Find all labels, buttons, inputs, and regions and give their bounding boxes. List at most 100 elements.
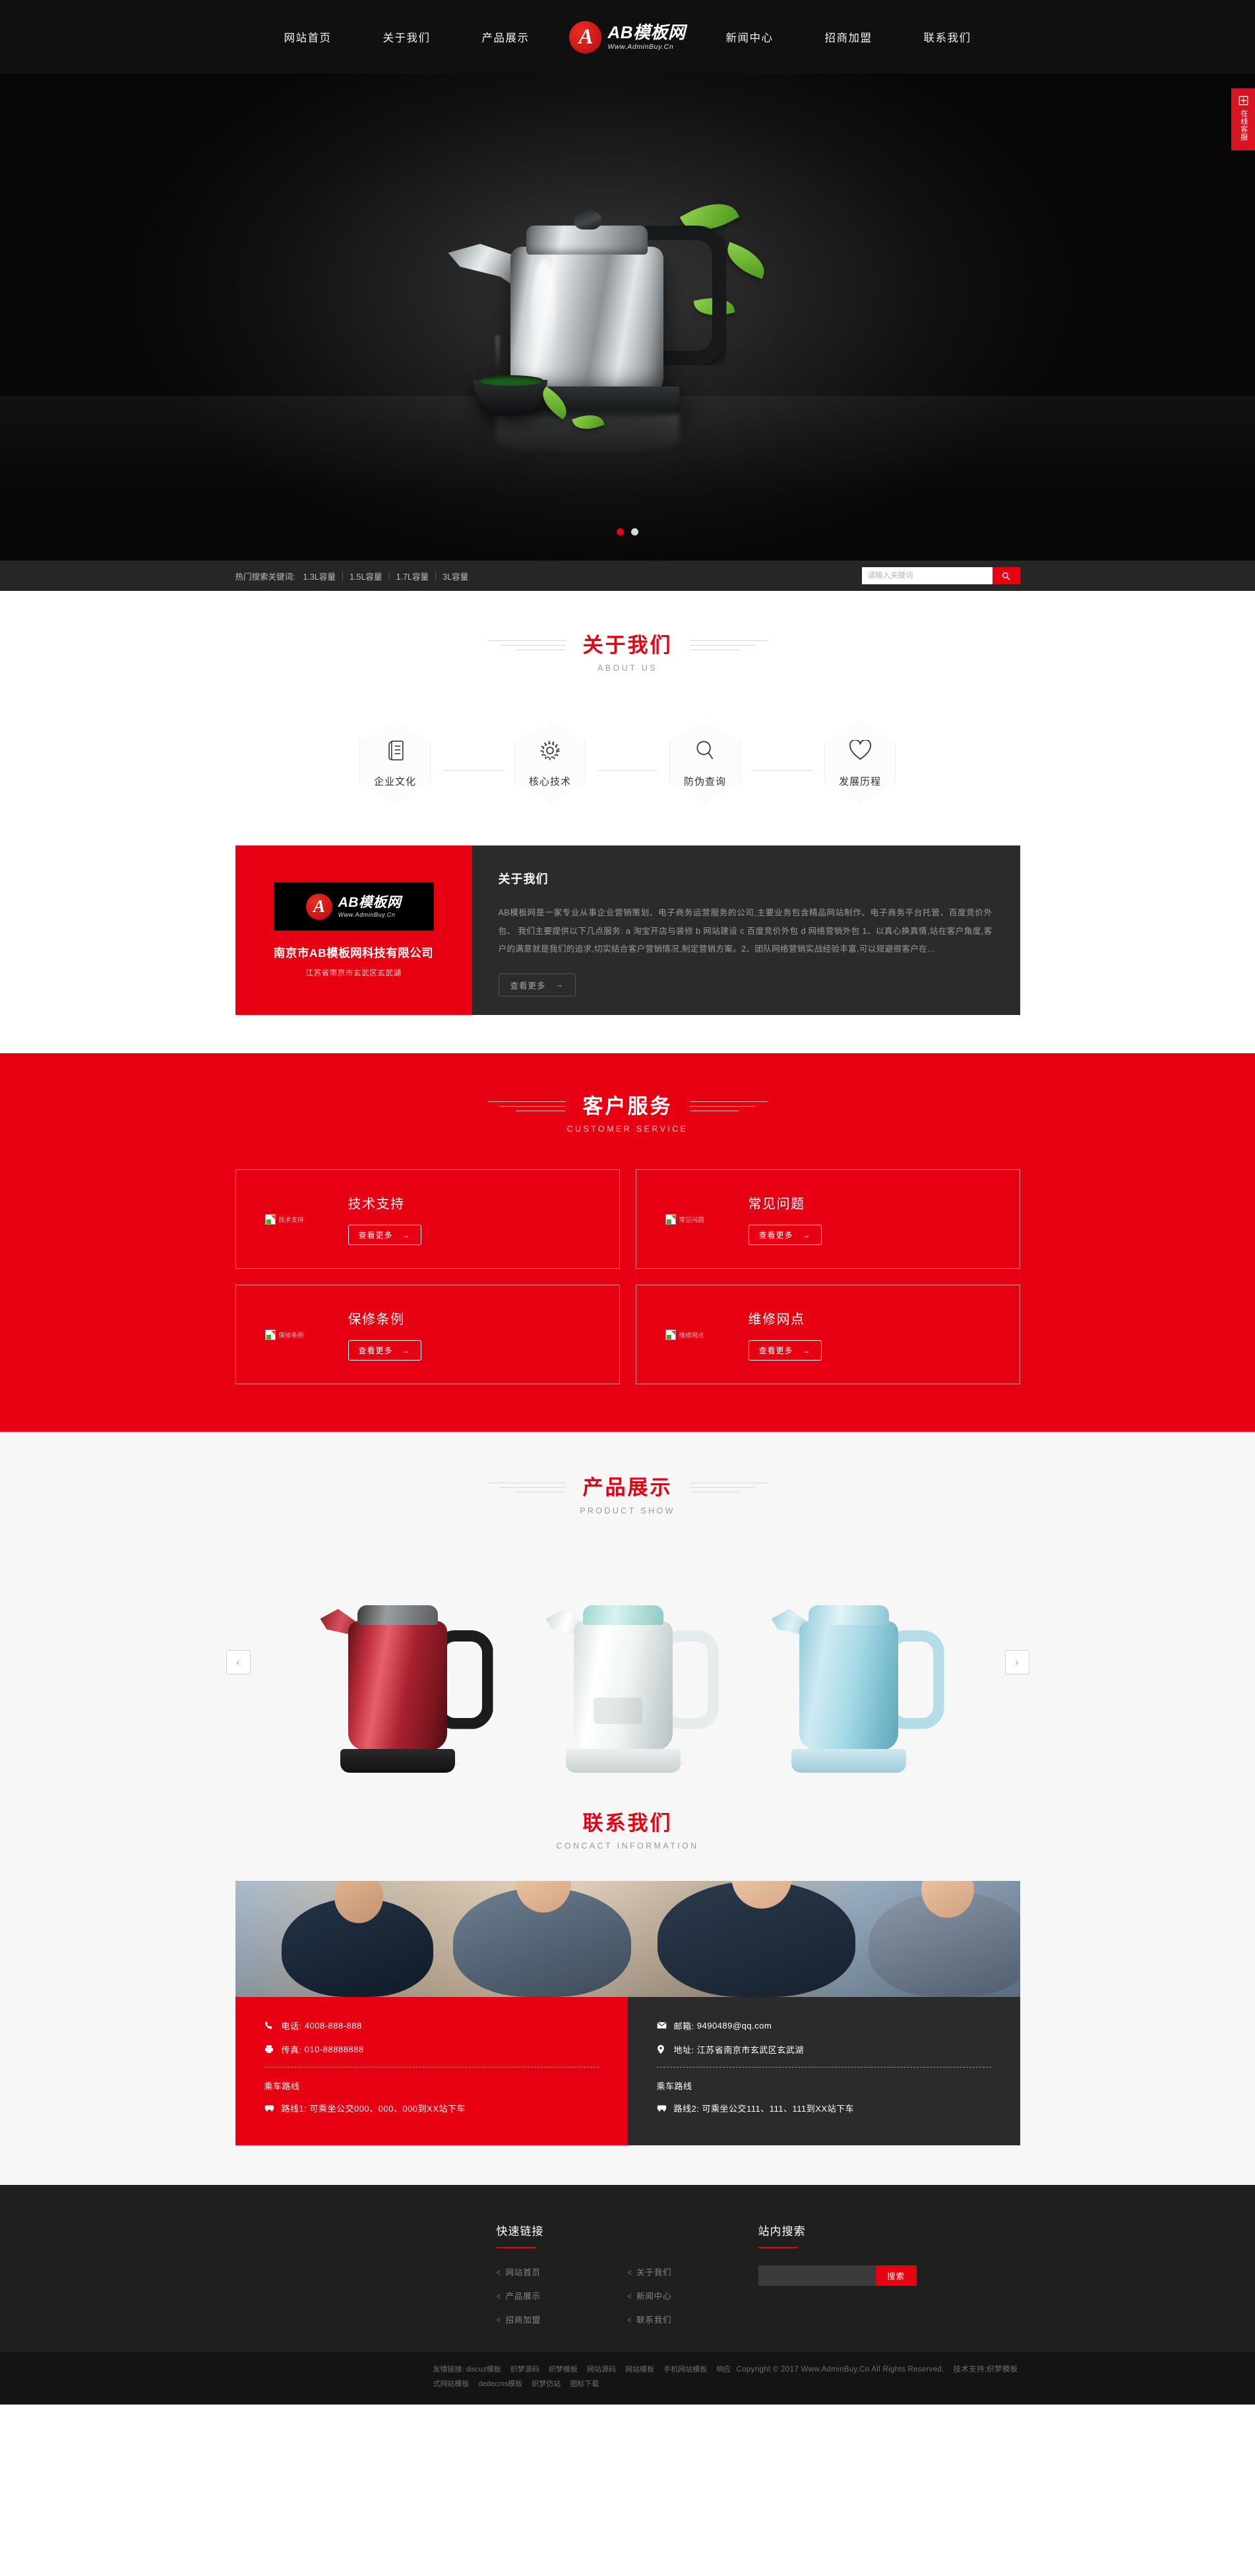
friend-link-9[interactable]: 织梦仿站 xyxy=(532,2380,561,2388)
contact-section: 联系我们 CONCACT INFORMATION 电话: 4008-888-88… xyxy=(0,1810,1255,2185)
hot-keyword-1[interactable]: 1.3L容量 xyxy=(297,570,341,582)
online-service-label: 在线客服 xyxy=(1239,109,1248,141)
logo-mark-letter: A xyxy=(313,896,325,917)
footer-site-search: 站内搜索 搜索 xyxy=(758,2222,1020,2325)
product-section-title: 产品展示 PRODUCT SHOW xyxy=(235,1475,1020,1516)
footer-link-contact[interactable]: < 联系我们 xyxy=(627,2313,758,2325)
friend-link-4[interactable]: 网站源码 xyxy=(587,2366,616,2374)
title-deco-left xyxy=(487,640,566,651)
title-deco-right xyxy=(689,1483,768,1493)
title-deco-left xyxy=(487,1483,566,1493)
service-more-button[interactable]: 查看更多 → xyxy=(348,1225,421,1246)
feature-anti-counterfeit[interactable]: 防伪查询 xyxy=(665,716,746,807)
nav-item-products[interactable]: 产品展示 xyxy=(456,29,555,45)
feature-corporate-culture[interactable]: 企业文化 xyxy=(355,716,436,807)
product-item-white[interactable] xyxy=(524,1551,731,1773)
address-value: 江苏省南京市玄武区玄武湖 xyxy=(696,2044,804,2055)
carousel-prev-button[interactable]: ‹ xyxy=(226,1649,251,1674)
footer-link-about[interactable]: < 关于我们 xyxy=(627,2265,758,2278)
friend-link-1[interactable]: discuz模板 xyxy=(466,2366,501,2374)
footer-link-products[interactable]: < 产品展示 xyxy=(497,2289,628,2302)
arrow-right-icon: → xyxy=(802,1345,811,1355)
feature-connector xyxy=(597,770,658,771)
site-footer: 快速链接 < 网站首页 < 关于我们 < 产品展示 < 新闻中心 < 招商加盟 < 联系我们… xyxy=(0,2184,1255,2352)
hot-keyword-4[interactable]: 3L容量 xyxy=(437,570,474,582)
hot-keyword-3[interactable]: 1.7L容量 xyxy=(390,570,435,582)
location-pin-icon xyxy=(657,2044,668,2054)
footer-quick-title: 快速链接 xyxy=(496,2224,544,2238)
logo-a-icon: A xyxy=(305,893,332,920)
footer-search-button[interactable]: 搜索 xyxy=(875,2265,917,2286)
footer-title-underline xyxy=(758,2246,798,2248)
service-title-en: CUSTOMER SERVICE xyxy=(566,1124,689,1134)
search-input[interactable] xyxy=(861,567,993,584)
footer-search-input[interactable] xyxy=(758,2265,876,2286)
nav-item-about[interactable]: 关于我们 xyxy=(357,29,456,45)
about-more-button[interactable]: 查看更多 → xyxy=(498,973,576,997)
friend-link-8[interactable]: dedecms模板 xyxy=(479,2380,523,2388)
route-label: 路线2: xyxy=(673,2103,700,2114)
main-navigation: 网站首页 关于我们 产品展示 A AB模板网 Www.AdminBuy.Cn 新… xyxy=(235,0,1020,74)
more-label: 查看更多 xyxy=(758,1231,793,1241)
copyright-bar: 友情链接: discuz模板 织梦源码 织梦模板 网站源码 网站模板 手机网站模… xyxy=(0,2351,1255,2405)
contact-fax-row: 传真: 010-88888888 xyxy=(264,2043,599,2056)
product-item-red[interactable] xyxy=(299,1551,506,1773)
nav-item-contact[interactable]: 联系我们 xyxy=(898,29,997,45)
service-more-button[interactable]: 查看更多 → xyxy=(748,1340,822,1361)
copyright-text: Copyright © 2017 Www.AdminBuy.Cn All Rig… xyxy=(737,2362,1020,2374)
footer-link-home[interactable]: < 网站首页 xyxy=(497,2265,628,2278)
friend-link-6[interactable]: 手机网站模板 xyxy=(663,2366,707,2374)
phone-value: 4008-888-888 xyxy=(304,2020,362,2031)
service-card-tech-support[interactable]: 技术支持 技术支持 查看更多 → xyxy=(235,1169,620,1270)
title-deco-right xyxy=(689,1101,768,1112)
service-card-repair-sites[interactable]: 维修网点 维修网点 查看更多 → xyxy=(635,1285,1020,1385)
contact-title-en: CONCACT INFORMATION xyxy=(556,1841,699,1851)
carousel-next-button[interactable]: › xyxy=(1004,1649,1029,1674)
hot-keyword-2[interactable]: 1.5L容量 xyxy=(344,570,388,582)
service-more-button[interactable]: 查看更多 → xyxy=(348,1340,421,1361)
nav-item-home[interactable]: 网站首页 xyxy=(258,29,357,45)
image-alt-text: 常见问题 xyxy=(679,1216,704,1224)
chevron-right-icon: › xyxy=(1015,1656,1019,1668)
friend-link-2[interactable]: 织梦源码 xyxy=(510,2366,539,2374)
banner-dot-1[interactable] xyxy=(617,528,624,536)
service-card-faq[interactable]: 常见问题 常见问题 查看更多 → xyxy=(635,1169,1020,1270)
friend-link-5[interactable]: 网站模板 xyxy=(625,2366,654,2374)
friend-link-10[interactable]: 图标下载 xyxy=(570,2380,599,2388)
address-label: 地址: xyxy=(673,2044,694,2055)
fax-icon xyxy=(264,2044,276,2054)
feature-label: 发展历程 xyxy=(838,776,881,788)
feature-connector xyxy=(752,770,813,771)
more-label: 查看更多 xyxy=(758,1346,793,1356)
footer-link-join[interactable]: < 招商加盟 xyxy=(497,2313,628,2325)
tech-support-link[interactable]: 技术支持:织梦模板 xyxy=(953,2366,1018,2374)
about-section: 关于我们 ABOUT US 企业文化 核心技术 防伪查询 发展历程 A AB模板… xyxy=(0,591,1255,1016)
footer-link-label: 关于我们 xyxy=(636,2267,672,2277)
search-button[interactable] xyxy=(992,567,1020,584)
friend-link-3[interactable]: 织梦模板 xyxy=(549,2366,578,2374)
route-value: 可乘坐公交111、111、111到XX站下车 xyxy=(702,2103,855,2114)
feature-core-technology[interactable]: 核心技术 xyxy=(510,716,591,807)
banner-kettle-image xyxy=(397,162,859,472)
feature-history[interactable]: 发展历程 xyxy=(820,716,901,807)
banner-pagination[interactable] xyxy=(0,528,1255,536)
service-more-button[interactable]: 查看更多 → xyxy=(748,1225,822,1246)
logo-subtitle: Www.AdminBuy.Cn xyxy=(607,43,674,51)
site-logo[interactable]: A AB模板网 Www.AdminBuy.Cn xyxy=(555,20,700,53)
fax-label: 传真: xyxy=(281,2044,302,2055)
heart-icon xyxy=(849,735,872,766)
product-item-blue[interactable] xyxy=(750,1551,957,1773)
bullet-icon: < xyxy=(627,2291,633,2301)
arrow-right-icon: → xyxy=(402,1345,411,1355)
service-card-warranty[interactable]: 保修条例 保修条例 查看更多 → xyxy=(235,1285,620,1385)
online-service-widget[interactable]: 在线客服 xyxy=(1231,88,1255,150)
logo-title: AB模板网 xyxy=(338,894,402,910)
image-alt-text: 技术支持 xyxy=(278,1216,304,1224)
footer-link-news[interactable]: < 新闻中心 xyxy=(627,2289,758,2302)
about-content-panel: A AB模板网 Www.AdminBuy.Cn 南京市AB模板网科技有限公司 江… xyxy=(235,845,1020,1016)
bullet-icon: < xyxy=(496,2291,502,2301)
footer-search-title: 站内搜索 xyxy=(758,2224,806,2238)
nav-item-join[interactable]: 招商加盟 xyxy=(799,29,898,45)
nav-item-news[interactable]: 新闻中心 xyxy=(700,29,799,45)
banner-dot-2[interactable] xyxy=(631,528,638,536)
